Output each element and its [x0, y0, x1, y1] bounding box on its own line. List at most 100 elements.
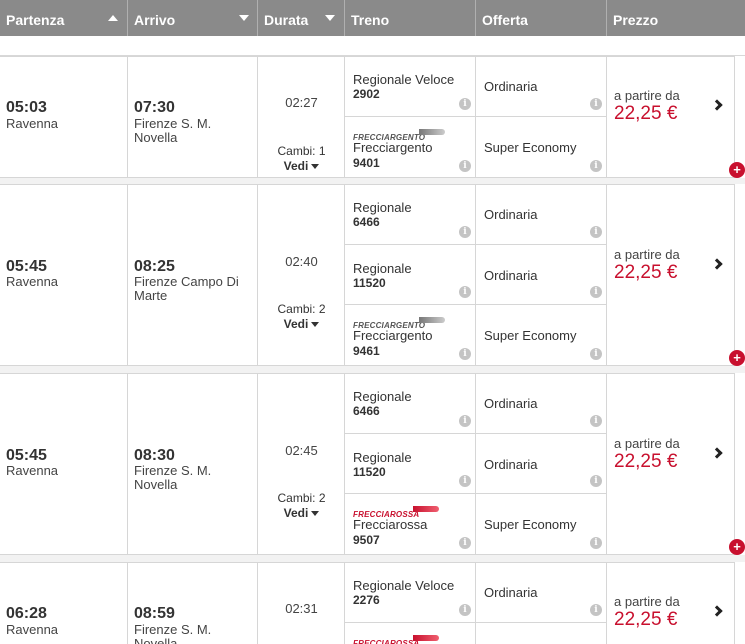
train-segment: FRECCIAROSSA	[345, 623, 476, 644]
offer-segment: Ordinaria i	[476, 245, 607, 305]
info-icon[interactable]: i	[590, 475, 602, 487]
arrival-station: Firenze Campo Di Marte	[134, 274, 239, 303]
offer-name: Ordinaria	[484, 207, 538, 222]
vedi-toggle[interactable]: Vedi	[258, 159, 345, 173]
train-number: 9461	[353, 344, 380, 358]
vedi-label: Vedi	[283, 159, 309, 173]
info-icon[interactable]: i	[459, 537, 471, 549]
sort-up-icon	[108, 15, 118, 21]
changes-count: Cambi: 2	[277, 491, 326, 505]
price-from-label: a partire da	[614, 436, 680, 451]
info-icon[interactable]: i	[590, 226, 602, 238]
trip-row[interactable]: 05:03 Ravenna 07:30 Firenze S. M. Novell…	[0, 56, 745, 178]
offer-name: Ordinaria	[484, 457, 538, 472]
info-icon[interactable]: i	[459, 160, 471, 172]
departure-station: Ravenna	[6, 116, 59, 131]
train-name: Regionale Veloce	[353, 72, 455, 87]
train-segment: FRECCIARGENTO Frecciargento 9461 i	[345, 305, 476, 366]
vedi-toggle[interactable]: Vedi	[258, 506, 345, 520]
info-icon[interactable]: i	[459, 286, 471, 298]
chevron-right-icon[interactable]	[711, 447, 723, 459]
info-icon[interactable]: i	[459, 226, 471, 238]
departure-cell: 05:45 Ravenna	[0, 373, 128, 555]
frecciarossa-logo: FRECCIAROSSA	[353, 504, 439, 519]
duration-value: 02:31	[285, 601, 318, 616]
trip-row[interactable]: 05:45 Ravenna 08:30 Firenze S. M. Novell…	[0, 373, 745, 555]
arrival-station: Firenze S. M. Novella	[134, 622, 212, 644]
info-icon[interactable]: i	[459, 98, 471, 110]
price-cell[interactable]: a partire da 22,25 €	[607, 373, 735, 555]
price-value: 22,25 €	[614, 262, 678, 283]
sort-down-icon	[239, 15, 249, 21]
departure-time: 05:03	[6, 99, 47, 116]
header-durata: Durata	[264, 12, 309, 28]
offer-segment: Ordinaria i	[476, 373, 607, 434]
train-number: 11520	[353, 276, 386, 290]
offer-name: Super Economy	[484, 517, 577, 532]
offer-name: Ordinaria	[484, 79, 538, 94]
sort-partenza[interactable]: Partenza	[0, 0, 128, 36]
departure-cell: 05:03 Ravenna	[0, 56, 128, 178]
arrival-time: 07:30	[134, 99, 175, 116]
train-segment: FRECCIARGENTO Frecciargento 9401 i	[345, 117, 476, 178]
offer-name: Ordinaria	[484, 268, 538, 283]
train-segment: Regionale Veloce 2902 i	[345, 56, 476, 117]
header-treno-cell: Treno	[345, 0, 476, 36]
info-icon[interactable]: i	[590, 537, 602, 549]
chevron-right-icon[interactable]	[711, 99, 723, 111]
info-icon[interactable]: i	[459, 604, 471, 616]
vedi-label: Vedi	[283, 506, 309, 520]
trip-row[interactable]: 05:45 Ravenna 08:25 Firenze Campo Di Mar…	[0, 184, 745, 366]
price-from-label: a partire da	[614, 88, 680, 103]
info-icon[interactable]: i	[590, 98, 602, 110]
train-number: 6466	[353, 215, 380, 229]
train-segment: Regionale 6466 i	[345, 184, 476, 245]
train-segment: Regionale 11520 i	[345, 245, 476, 305]
price-from-label: a partire da	[614, 594, 680, 609]
header-offerta-cell: Offerta	[476, 0, 607, 36]
changes-count: Cambi: 1	[277, 144, 326, 158]
vedi-toggle[interactable]: Vedi	[258, 317, 345, 331]
arrival-cell: 08:25 Firenze Campo Di Marte	[128, 184, 258, 366]
chevron-right-icon[interactable]	[711, 258, 723, 270]
train-segment: FRECCIAROSSA Frecciarossa 9507 i	[345, 494, 476, 555]
arrival-time: 08:59	[134, 605, 175, 622]
changes-count: Cambi: 2	[277, 302, 326, 316]
price-cell[interactable]: a partire da 22,25 €	[607, 562, 735, 644]
trip-row[interactable]: 06:28 Ravenna 08:59 Firenze S. M. Novell…	[0, 562, 745, 644]
train-number: 11520	[353, 465, 386, 479]
info-icon[interactable]: i	[590, 160, 602, 172]
header-partenza: Partenza	[6, 12, 65, 28]
train-number: 9401	[353, 156, 380, 170]
frecciargento-logo: FRECCIARGENTO	[353, 127, 445, 142]
arrival-cell: 08:30 Firenze S. M. Novella	[128, 373, 258, 555]
price-cell[interactable]: a partire da 22,25 €	[607, 184, 735, 366]
chevron-right-icon[interactable]	[711, 605, 723, 617]
info-icon[interactable]: i	[590, 415, 602, 427]
train-cell: Regionale 6466 i Regionale 11520 i FRECC…	[345, 373, 476, 555]
info-icon[interactable]: i	[459, 348, 471, 360]
train-name: Regionale	[353, 200, 412, 215]
info-icon[interactable]: i	[459, 475, 471, 487]
caret-down-icon	[311, 322, 320, 327]
plus-icon[interactable]: +	[729, 350, 745, 366]
plus-icon[interactable]: +	[729, 539, 745, 555]
offer-name: Ordinaria	[484, 585, 538, 600]
results-header: Partenza Arrivo Durata Treno Offerta Pre…	[0, 0, 745, 36]
train-name: Regionale	[353, 450, 412, 465]
header-prezzo: Prezzo	[613, 12, 659, 28]
train-segment: Regionale Veloce 2276 i	[345, 562, 476, 623]
info-icon[interactable]: i	[590, 604, 602, 616]
train-segment: Regionale 6466 i	[345, 373, 476, 434]
plus-icon[interactable]: +	[729, 162, 745, 178]
sort-durata[interactable]: Durata	[258, 0, 345, 36]
info-icon[interactable]: i	[459, 415, 471, 427]
sort-arrivo[interactable]: Arrivo	[128, 0, 258, 36]
info-icon[interactable]: i	[590, 348, 602, 360]
price-value: 22,25 €	[614, 451, 678, 472]
header-spacer	[0, 36, 745, 56]
price-cell[interactable]: a partire da 22,25 €	[607, 56, 735, 178]
info-icon[interactable]: i	[590, 286, 602, 298]
offer-name: Super Economy	[484, 140, 577, 155]
train-name: Frecciargento	[353, 140, 433, 155]
